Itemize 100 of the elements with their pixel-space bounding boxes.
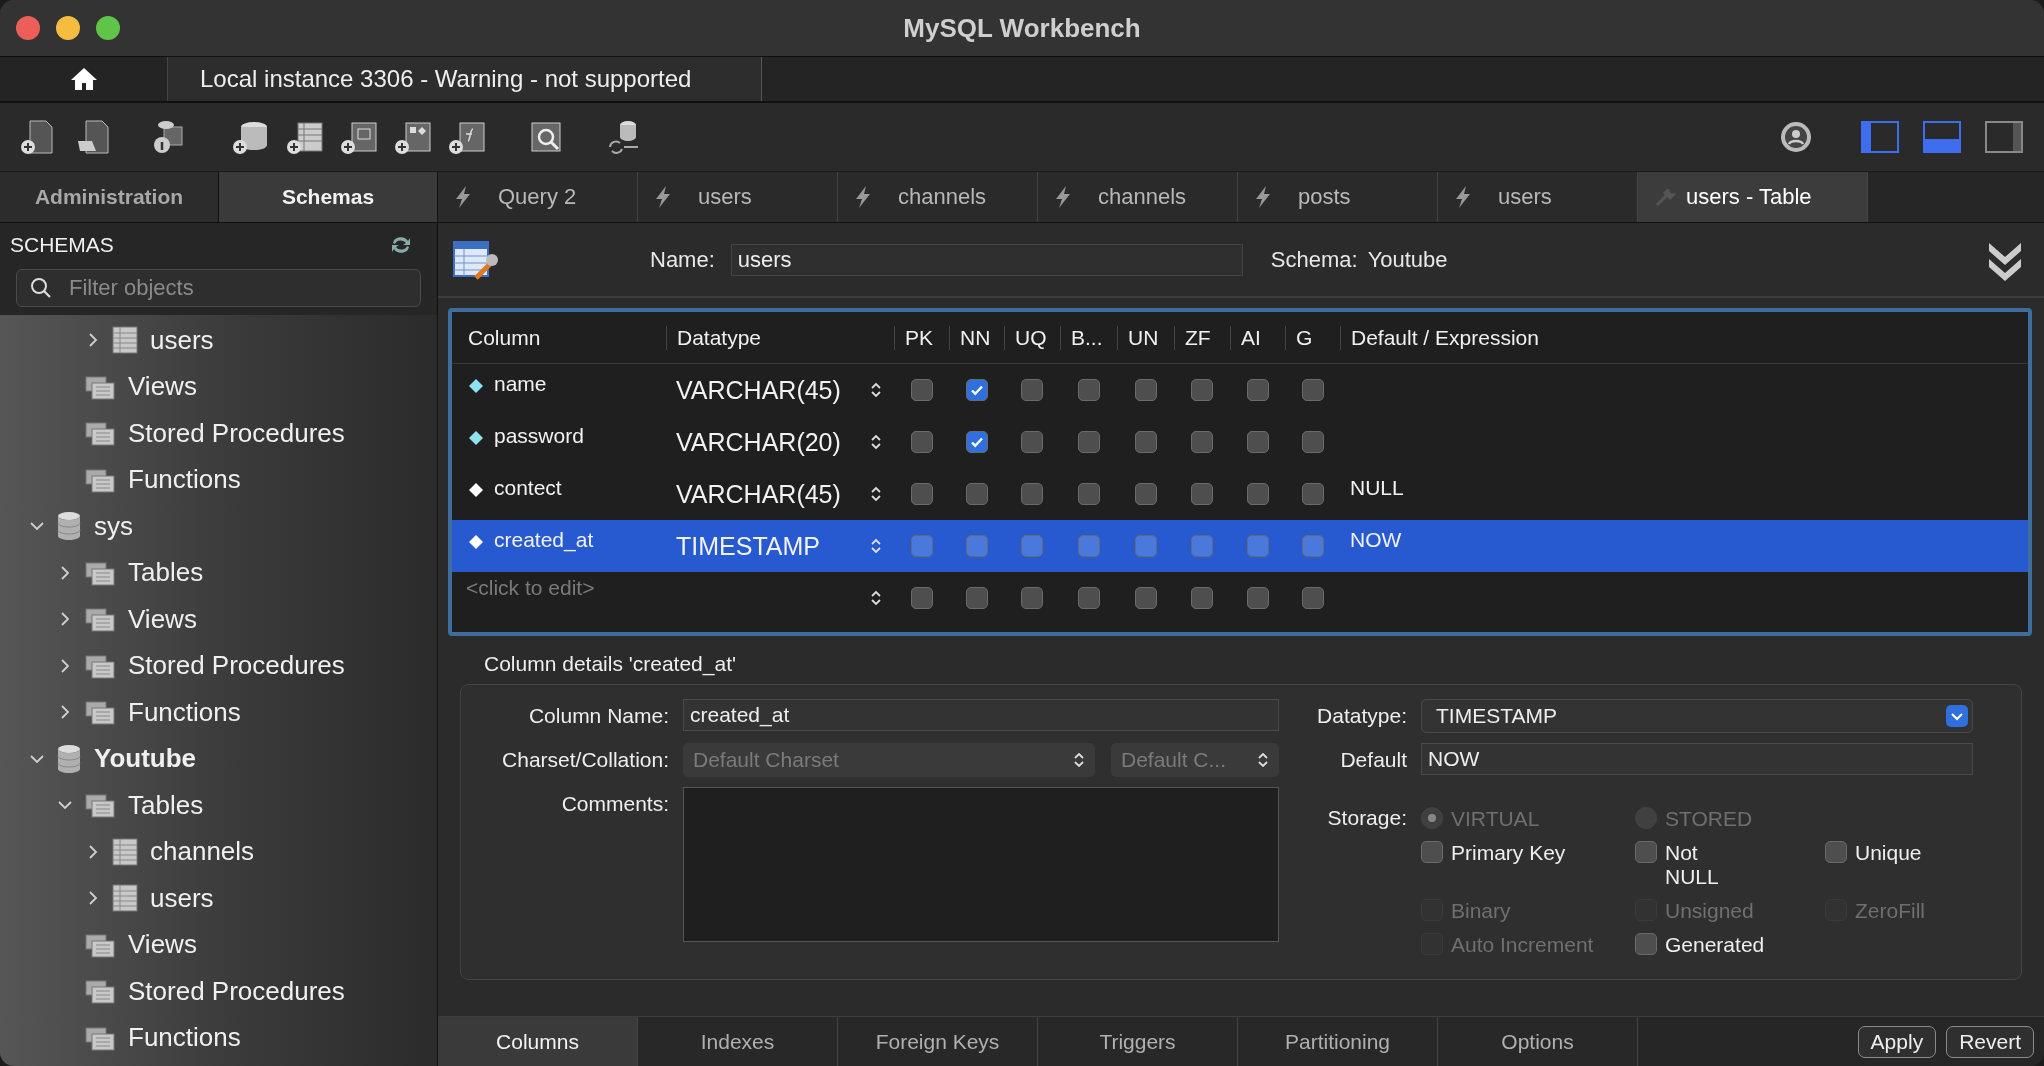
flag-checkbox[interactable]: Primary Key: [1421, 841, 1635, 889]
tree-item[interactable]: Views: [128, 371, 197, 403]
checkbox[interactable]: [1191, 535, 1213, 557]
editor-tab[interactable]: Query 2: [438, 172, 638, 222]
checkbox[interactable]: [910, 483, 933, 505]
stepper-arrows-icon[interactable]: [870, 484, 882, 504]
stepper-arrows-icon[interactable]: [870, 588, 882, 608]
sidebar-tab[interactable]: Administration: [0, 172, 219, 222]
checkbox[interactable]: [1191, 431, 1213, 453]
refresh-icon[interactable]: [389, 235, 413, 255]
column-header[interactable]: UN: [1117, 325, 1174, 350]
datatype-select[interactable]: TIMESTAMP: [1421, 699, 1973, 733]
comments-field[interactable]: [683, 787, 1279, 942]
checkbox[interactable]: [1021, 379, 1043, 401]
editor-tab[interactable]: users - Table: [1638, 172, 1868, 222]
tree-item[interactable]: Stored Procedures: [128, 975, 345, 1007]
checkbox[interactable]: [910, 379, 933, 401]
tree-item[interactable]: users: [150, 882, 214, 914]
checkbox[interactable]: [1021, 483, 1043, 505]
column-header[interactable]: Default / Expression: [1340, 325, 2028, 350]
tree-item[interactable]: Functions: [128, 1022, 241, 1054]
checkbox[interactable]: [1134, 535, 1157, 557]
checkbox[interactable]: [1134, 431, 1157, 453]
tree-item[interactable]: Views: [128, 603, 197, 635]
column-header[interactable]: AI: [1230, 325, 1285, 350]
grid-row[interactable]: created_at TIMESTAMP NOW: [452, 520, 2028, 572]
tree-item[interactable]: sys: [94, 510, 133, 542]
checkbox[interactable]: [910, 587, 933, 609]
tree-item[interactable]: Functions: [128, 464, 241, 496]
tree-item[interactable]: Functions: [128, 696, 241, 728]
checkbox[interactable]: [965, 431, 988, 453]
editor-tab[interactable]: posts: [1238, 172, 1438, 222]
column-header[interactable]: ZF: [1174, 325, 1230, 350]
checkbox[interactable]: [1191, 483, 1213, 505]
checkbox[interactable]: [1246, 483, 1269, 505]
checkbox[interactable]: [1191, 587, 1213, 609]
filter-field[interactable]: Filter objects: [16, 269, 421, 307]
table-name-field[interactable]: users: [730, 243, 1243, 276]
grid-row[interactable]: name VARCHAR(45): [452, 364, 2028, 416]
checkbox[interactable]: [965, 483, 988, 505]
tree-item[interactable]: users: [150, 324, 214, 356]
checkbox[interactable]: [965, 587, 988, 609]
action-button[interactable]: Apply: [1857, 1025, 1937, 1058]
checkbox[interactable]: [1301, 587, 1324, 609]
checkbox[interactable]: [1134, 483, 1157, 505]
flag-checkbox[interactable]: Generated: [1635, 933, 1825, 957]
flag-checkbox[interactable]: Not NULL: [1635, 841, 1825, 889]
grid-row[interactable]: <click to edit>: [452, 572, 2028, 624]
checkbox[interactable]: [1246, 587, 1269, 609]
tree-item[interactable]: channels: [150, 836, 255, 868]
tree-item[interactable]: Youtube: [94, 743, 197, 775]
checkbox[interactable]: [1021, 587, 1043, 609]
editor-tab[interactable]: users: [1438, 172, 1638, 222]
checkbox[interactable]: [1077, 535, 1100, 557]
editor-tab[interactable]: users: [638, 172, 838, 222]
click-to-edit-cell[interactable]: <click to edit>: [466, 576, 595, 600]
column-header[interactable]: Column: [452, 325, 666, 350]
checkbox[interactable]: [1301, 535, 1324, 557]
checkbox[interactable]: [910, 431, 933, 453]
checkbox[interactable]: [1077, 379, 1100, 401]
connection-tab[interactable]: Local instance 3306 - Warning - not supported: [168, 57, 762, 101]
checkbox[interactable]: [1301, 483, 1324, 505]
stepper-arrows-icon[interactable]: [1073, 750, 1085, 770]
checkbox[interactable]: [1301, 431, 1324, 453]
bottom-tab[interactable]: Columns: [438, 1017, 638, 1066]
checkbox[interactable]: [1134, 587, 1157, 609]
column-header[interactable]: Datatype: [666, 325, 894, 350]
checkbox[interactable]: [1246, 379, 1269, 401]
tree-item[interactable]: Stored Procedures: [128, 417, 345, 449]
tree-item[interactable]: Stored Procedures: [128, 650, 345, 682]
column-name-field[interactable]: created_at: [683, 699, 1279, 731]
grid-row[interactable]: password VARCHAR(20): [452, 416, 2028, 468]
tree-item[interactable]: Tables: [128, 557, 204, 589]
checkbox[interactable]: [1246, 535, 1269, 557]
checkbox[interactable]: [1191, 379, 1213, 401]
minimize-button[interactable]: [56, 16, 80, 40]
editor-tab[interactable]: channels: [838, 172, 1038, 222]
action-button[interactable]: Revert: [1946, 1025, 2034, 1058]
column-header[interactable]: G: [1285, 325, 1340, 350]
checkbox[interactable]: [965, 535, 988, 557]
stepper-arrows-icon[interactable]: [870, 380, 882, 400]
checkbox[interactable]: [1134, 379, 1157, 401]
column-header[interactable]: PK: [894, 325, 949, 350]
column-header[interactable]: NN: [949, 325, 1004, 350]
column-header[interactable]: B...: [1060, 325, 1117, 350]
checkbox[interactable]: [1077, 483, 1100, 505]
column-header[interactable]: UQ: [1004, 325, 1060, 350]
checkbox[interactable]: [1077, 587, 1100, 609]
grid-row[interactable]: contect VARCHAR(45) NULL: [452, 468, 2028, 520]
flag-checkbox[interactable]: Unique: [1825, 841, 1973, 889]
zoom-button[interactable]: [96, 16, 120, 40]
tree-item[interactable]: Views: [128, 929, 197, 961]
checkbox[interactable]: [1301, 379, 1324, 401]
sidebar-tab[interactable]: Schemas: [219, 172, 438, 222]
tree-item[interactable]: Tables: [128, 789, 204, 821]
checkbox[interactable]: [1246, 431, 1269, 453]
checkbox[interactable]: [1077, 431, 1100, 453]
editor-tab[interactable]: channels: [1038, 172, 1238, 222]
stepper-arrows-icon[interactable]: [1257, 750, 1269, 770]
checkbox[interactable]: [1021, 535, 1043, 557]
